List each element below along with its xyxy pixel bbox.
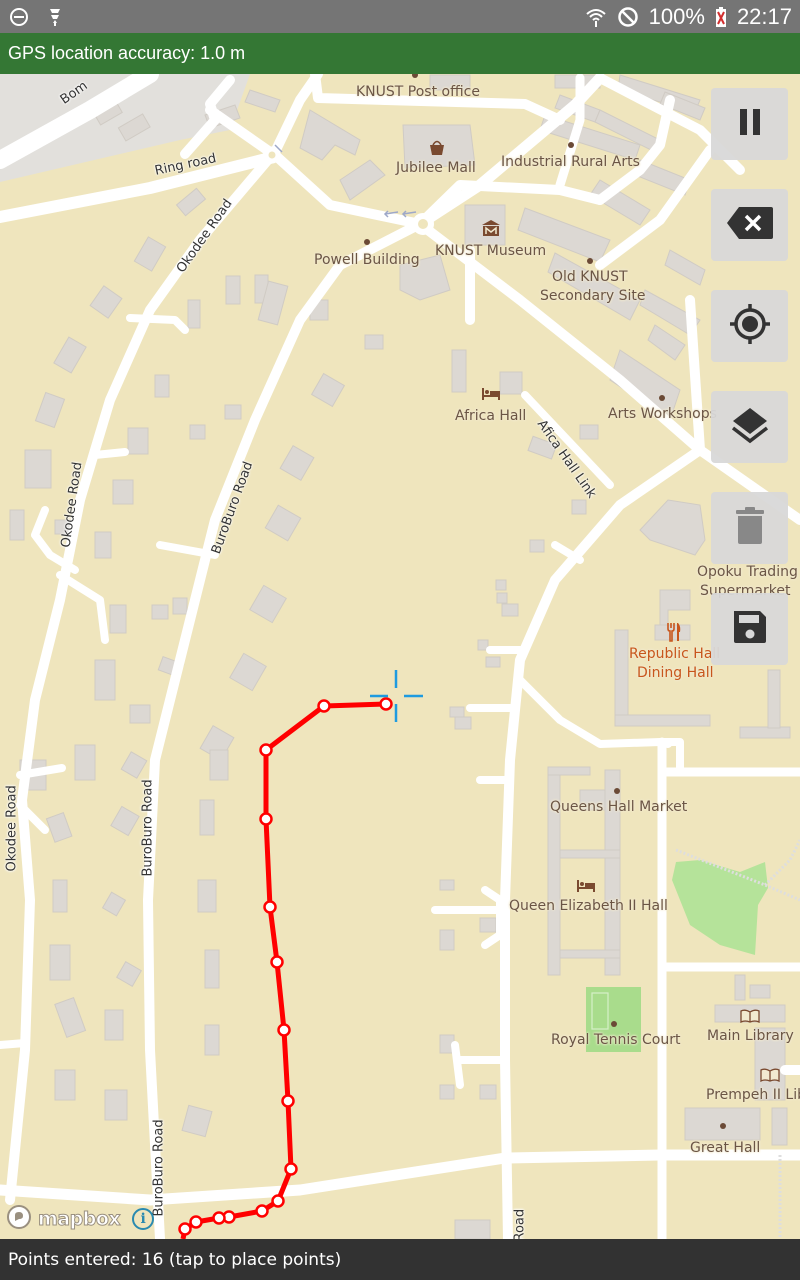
battery-icon: [715, 6, 727, 28]
backspace-icon: [725, 205, 775, 245]
mapbox-wordmark: mapbox: [37, 1208, 121, 1231]
layers-icon: [730, 405, 770, 449]
gps-accuracy-text: GPS location accuracy: 1.0 m: [8, 43, 246, 63]
track-point[interactable]: [271, 1194, 285, 1208]
track-point[interactable]: [212, 1211, 226, 1225]
track-point[interactable]: [259, 743, 273, 757]
do-not-disturb-icon: [8, 6, 30, 28]
track-point[interactable]: [270, 955, 284, 969]
pause-button[interactable]: [711, 88, 788, 160]
delete-button[interactable]: [711, 492, 788, 564]
gps-accuracy-banner: GPS location accuracy: 1.0 m: [0, 33, 800, 74]
track-point[interactable]: [317, 699, 331, 713]
pause-icon: [735, 107, 765, 141]
my-location-button[interactable]: [711, 290, 788, 362]
points-status-bar[interactable]: Points entered: 16 (tap to place points): [0, 1239, 800, 1280]
my-location-icon: [728, 302, 772, 350]
points-status-text: Points entered: 16 (tap to place points): [8, 1249, 342, 1270]
save-icon: [731, 608, 769, 650]
track-point[interactable]: [259, 812, 273, 826]
track-point[interactable]: [277, 1023, 291, 1037]
track-point[interactable]: [255, 1204, 269, 1218]
track-point[interactable]: [284, 1162, 298, 1176]
status-bar: 100% 22:17: [0, 0, 800, 33]
track-point[interactable]: [281, 1094, 295, 1108]
wifi-icon: [585, 6, 607, 28]
battery-percent: 100%: [648, 3, 705, 29]
trash-icon: [735, 506, 765, 550]
layers-button[interactable]: [711, 391, 788, 463]
crosshair-icon: [370, 670, 423, 722]
track-point[interactable]: [189, 1215, 203, 1229]
clock: 22:17: [736, 3, 792, 29]
track-point[interactable]: [379, 697, 393, 711]
track-line: [180, 701, 387, 1239]
track-point[interactable]: [263, 900, 277, 914]
mapbox-attribution: mapbox i: [6, 1204, 155, 1234]
gps-satellite-icon: [44, 6, 66, 28]
backspace-button[interactable]: [711, 189, 788, 261]
track-point[interactable]: [178, 1222, 192, 1236]
info-button[interactable]: i: [132, 1208, 155, 1230]
no-sim-icon: [617, 6, 639, 28]
save-button[interactable]: [711, 593, 788, 665]
map-view[interactable]: KNUST Post office Jubilee Mall Industria…: [0, 74, 800, 1239]
track-overlay: [178, 670, 423, 1239]
mapbox-logo-icon: [6, 1204, 32, 1234]
